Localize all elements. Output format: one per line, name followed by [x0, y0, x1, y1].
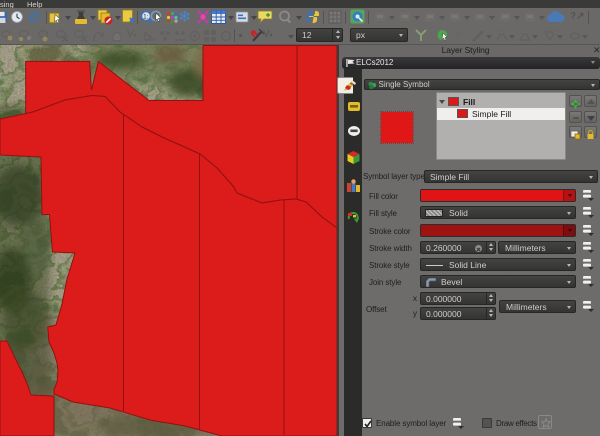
svg-text:1:: 1:	[143, 14, 148, 20]
